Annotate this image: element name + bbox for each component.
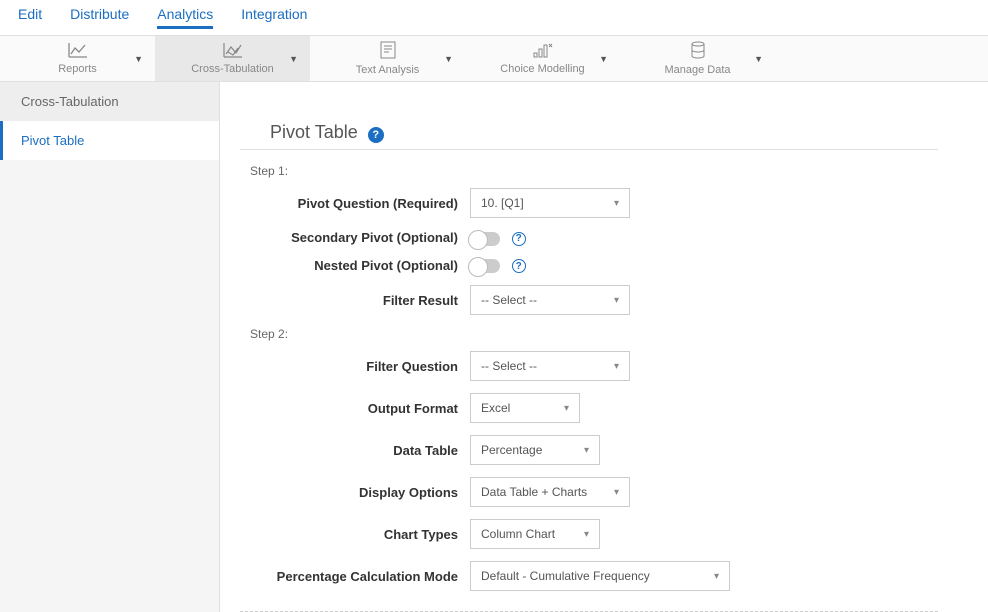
toolbar-reports[interactable]: Reports ▼	[0, 36, 155, 81]
row-filter-result: Filter Result -- Select -- ▾	[240, 285, 938, 315]
chart-icon	[68, 42, 88, 61]
chevron-down-icon: ▾	[564, 403, 569, 414]
select-chart-types[interactable]: Column Chart ▾	[470, 519, 600, 549]
row-data-table: Data Table Percentage ▾	[240, 435, 938, 465]
cross-tab-icon	[223, 42, 243, 61]
chevron-down-icon: ▾	[584, 529, 589, 540]
row-display-options: Display Options Data Table + Charts ▾	[240, 477, 938, 507]
toggle-secondary-pivot[interactable]	[470, 232, 500, 246]
toolbar: Reports ▼ Cross-Tabulation ▼ Text Analys…	[0, 36, 988, 82]
select-value: 10. [Q1]	[481, 196, 524, 210]
toolbar-label: Text Analysis	[356, 64, 420, 76]
chevron-down-icon: ▾	[584, 445, 589, 456]
caret-down-icon: ▼	[134, 54, 143, 64]
toggle-nested-pivot[interactable]	[470, 259, 500, 273]
label-secondary-pivot: Secondary Pivot (Optional)	[240, 230, 470, 245]
row-chart-types: Chart Types Column Chart ▾	[240, 519, 938, 549]
info-icon[interactable]: ?	[512, 232, 526, 246]
divider	[240, 149, 938, 150]
select-perc-calc-mode[interactable]: Default - Cumulative Frequency ▾	[470, 561, 730, 591]
row-nested-pivot: Nested Pivot (Optional) ?	[240, 258, 938, 274]
chevron-down-icon: ▾	[614, 295, 619, 306]
toolbar-text-analysis[interactable]: Text Analysis ▼	[310, 36, 465, 81]
label-output-format: Output Format	[240, 401, 470, 416]
toolbar-label: Manage Data	[664, 64, 730, 76]
label-filter-result: Filter Result	[240, 293, 470, 308]
select-value: -- Select --	[481, 293, 537, 307]
label-data-table: Data Table	[240, 443, 470, 458]
chevron-down-icon: ▾	[714, 571, 719, 582]
page-header: Pivot Table ?	[270, 122, 938, 143]
select-value: Column Chart	[481, 527, 555, 541]
caret-down-icon: ▼	[599, 54, 608, 64]
label-nested-pivot: Nested Pivot (Optional)	[240, 258, 470, 273]
select-value: Default - Cumulative Frequency	[481, 569, 650, 583]
top-nav: Edit Distribute Analytics Integration	[0, 0, 988, 36]
select-output-format[interactable]: Excel ▾	[470, 393, 580, 423]
toolbar-choice-modelling[interactable]: Choice Modelling ▼	[465, 36, 620, 81]
select-filter-result[interactable]: -- Select -- ▾	[470, 285, 630, 315]
select-pivot-question[interactable]: 10. [Q1] ▾	[470, 188, 630, 218]
chevron-down-icon: ▾	[614, 361, 619, 372]
label-perc-calc-mode: Percentage Calculation Mode	[240, 569, 470, 584]
row-secondary-pivot: Secondary Pivot (Optional) ?	[240, 230, 938, 246]
content: Pivot Table ? Step 1: Pivot Question (Re…	[220, 82, 988, 612]
select-value: Excel	[481, 401, 510, 415]
sidebar-item-cross-tabulation[interactable]: Cross-Tabulation	[0, 82, 219, 121]
select-data-table[interactable]: Percentage ▾	[470, 435, 600, 465]
chevron-down-icon: ▾	[614, 198, 619, 209]
row-output-format: Output Format Excel ▾	[240, 393, 938, 423]
select-value: Data Table + Charts	[481, 485, 587, 499]
row-perc-calc-mode: Percentage Calculation Mode Default - Cu…	[240, 561, 938, 591]
nav-distribute[interactable]: Distribute	[70, 6, 129, 29]
row-pivot-question: Pivot Question (Required) 10. [Q1] ▾	[240, 188, 938, 218]
label-pivot-question: Pivot Question (Required)	[240, 196, 470, 211]
nav-integration[interactable]: Integration	[241, 6, 307, 29]
choice-modelling-icon	[533, 42, 553, 61]
nav-edit[interactable]: Edit	[18, 6, 42, 29]
row-filter-question: Filter Question -- Select -- ▾	[240, 351, 938, 381]
label-display-options: Display Options	[240, 485, 470, 500]
select-filter-question[interactable]: -- Select -- ▾	[470, 351, 630, 381]
select-value: -- Select --	[481, 359, 537, 373]
caret-down-icon: ▼	[289, 54, 298, 64]
label-chart-types: Chart Types	[240, 527, 470, 542]
select-display-options[interactable]: Data Table + Charts ▾	[470, 477, 630, 507]
text-analysis-icon	[380, 41, 396, 62]
toolbar-cross-tabulation[interactable]: Cross-Tabulation ▼	[155, 36, 310, 81]
toolbar-manage-data[interactable]: Manage Data ▼	[620, 36, 775, 81]
sidebar: Cross-Tabulation Pivot Table	[0, 82, 220, 612]
step1-label: Step 1:	[250, 164, 938, 178]
select-value: Percentage	[481, 443, 542, 457]
toolbar-label: Cross-Tabulation	[191, 63, 274, 75]
chevron-down-icon: ▾	[614, 487, 619, 498]
toolbar-label: Reports	[58, 63, 97, 75]
main: Cross-Tabulation Pivot Table Pivot Table…	[0, 82, 988, 612]
toolbar-label: Choice Modelling	[500, 63, 584, 75]
database-icon	[690, 41, 706, 62]
info-icon[interactable]: ?	[512, 259, 526, 273]
sidebar-item-pivot-table[interactable]: Pivot Table	[0, 121, 219, 160]
nav-analytics[interactable]: Analytics	[157, 6, 213, 29]
page-title: Pivot Table	[270, 122, 358, 143]
caret-down-icon: ▼	[754, 54, 763, 64]
caret-down-icon: ▼	[444, 54, 453, 64]
step2-label: Step 2:	[250, 327, 938, 341]
help-icon[interactable]: ?	[368, 127, 384, 143]
label-filter-question: Filter Question	[240, 359, 470, 374]
